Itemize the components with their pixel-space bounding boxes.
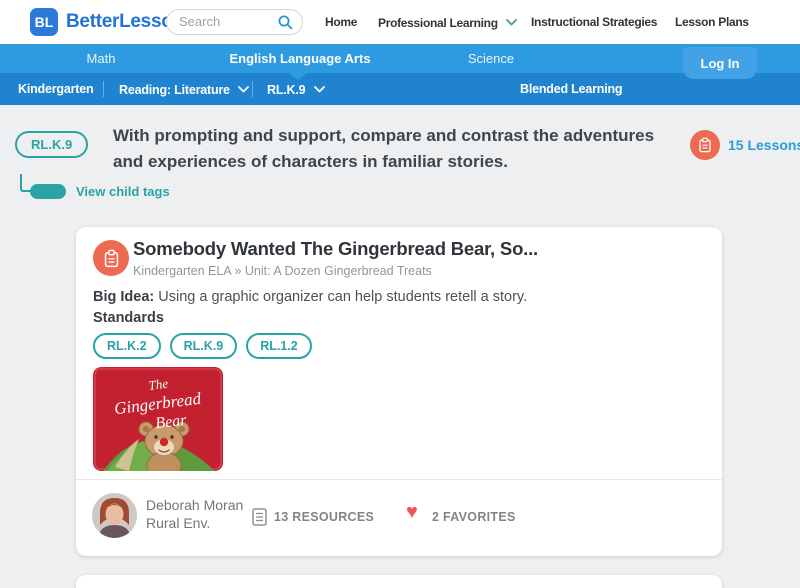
big-idea-line: Big Idea: Using a graphic organizer can … — [93, 289, 527, 305]
nav-lesson-plans[interactable]: Lesson Plans — [675, 15, 749, 29]
subject-tab-english-language-arts[interactable]: English Language Arts — [229, 51, 370, 66]
next-lesson-card-partial[interactable] — [76, 575, 722, 588]
standard-tag[interactable]: RL.K.2 — [93, 333, 161, 359]
bl-logo[interactable]: BL — [30, 8, 58, 36]
book-cover-image[interactable]: The Gingerbread Bear — [93, 367, 223, 471]
log-in-button[interactable]: Log In — [683, 47, 757, 79]
favorites-count: 2 FAVORITES — [432, 510, 516, 524]
nav-home-label: Home — [325, 15, 358, 29]
standards-heading: Standards — [93, 310, 164, 326]
filter-strand[interactable]: Reading: Literature — [119, 82, 249, 97]
clipboard-icon — [104, 249, 118, 267]
separator — [103, 81, 104, 97]
lesson-type-icon — [93, 240, 129, 276]
nav-professional-learning[interactable]: Professional Learning — [378, 15, 517, 30]
heart-icon[interactable]: ♥ — [406, 502, 418, 522]
filter-strand-label: Reading: Literature — [119, 83, 230, 97]
lessons-count-icon — [690, 130, 720, 160]
nav-instructional-strategies[interactable]: Instructional Strategies — [531, 15, 657, 29]
standard-description: With prompting and support, compare and … — [113, 126, 655, 171]
subject-tab-math[interactable]: Math — [87, 51, 116, 66]
search-icon[interactable] — [277, 14, 294, 36]
bl-logo-text: BL — [34, 14, 54, 30]
active-tab-pointer — [289, 73, 307, 80]
book-title-line1: The — [148, 376, 169, 393]
standard-code-badge[interactable]: RL.K.9 — [15, 131, 89, 158]
nav-instructional-strategies-label: Instructional Strategies — [531, 15, 658, 29]
nav-lesson-plans-label: Lesson Plans — [675, 15, 749, 29]
big-idea-text: Using a graphic organizer can help stude… — [154, 289, 528, 305]
filter-standard-label: RL.K.9 — [267, 83, 306, 97]
view-child-tags-label[interactable]: View child tags — [76, 184, 170, 199]
top-header: BL BetterLesson Home Professional Learni… — [0, 0, 800, 44]
lesson-card: Somebody Wanted The Gingerbread Bear, So… — [76, 227, 722, 556]
standard-code-text: RL.K.9 — [31, 137, 73, 152]
chevron-down-icon — [313, 82, 325, 96]
nav-professional-learning-label: Professional Learning — [378, 16, 498, 30]
search-input[interactable] — [179, 11, 274, 32]
subject-tab-science[interactable]: Science — [468, 51, 514, 66]
big-idea-label: Big Idea: — [93, 289, 155, 305]
chevron-down-icon — [238, 82, 249, 96]
clipboard-icon — [699, 137, 711, 153]
lesson-breadcrumb[interactable]: Kindergarten ELA » Unit: A Dozen Gingerb… — [133, 264, 432, 278]
log-in-label: Log In — [700, 55, 740, 71]
author-location: Rural Env. — [146, 515, 211, 531]
search-box[interactable] — [166, 9, 303, 35]
betterlesson-page: BL BetterLesson Home Professional Learni… — [0, 0, 800, 588]
author-info[interactable]: Deborah Moran Rural Env. — [146, 496, 243, 532]
standard-tag[interactable]: RL.1.2 — [246, 333, 312, 359]
filter-grade[interactable]: Kindergarten — [18, 82, 94, 96]
author-name: Deborah Moran — [146, 497, 244, 513]
filter-nav-bar: Kindergarten Reading: Literature RL.K.9 … — [0, 73, 800, 105]
standards-tag-row: RL.K.2 RL.K.9 RL.1.2 — [93, 333, 312, 359]
lessons-count-link[interactable]: 15 Lessons — [728, 137, 800, 153]
filter-blended-learning[interactable]: Blended Learning — [520, 82, 623, 96]
view-child-tags-toggle[interactable] — [30, 184, 66, 199]
separator — [252, 81, 253, 97]
chevron-down-icon — [505, 15, 517, 29]
standard-tag[interactable]: RL.K.9 — [169, 333, 238, 359]
filter-standard[interactable]: RL.K.9 — [267, 82, 325, 97]
resources-count: 13 RESOURCES — [274, 510, 375, 524]
card-footer-divider — [76, 479, 722, 480]
author-avatar[interactable] — [92, 493, 137, 538]
lesson-title[interactable]: Somebody Wanted The Gingerbread Bear, So… — [133, 238, 538, 260]
resources-icon — [252, 508, 267, 531]
subject-nav-bar: Math English Language Arts Science — [0, 44, 800, 73]
nav-home[interactable]: Home — [325, 15, 357, 29]
